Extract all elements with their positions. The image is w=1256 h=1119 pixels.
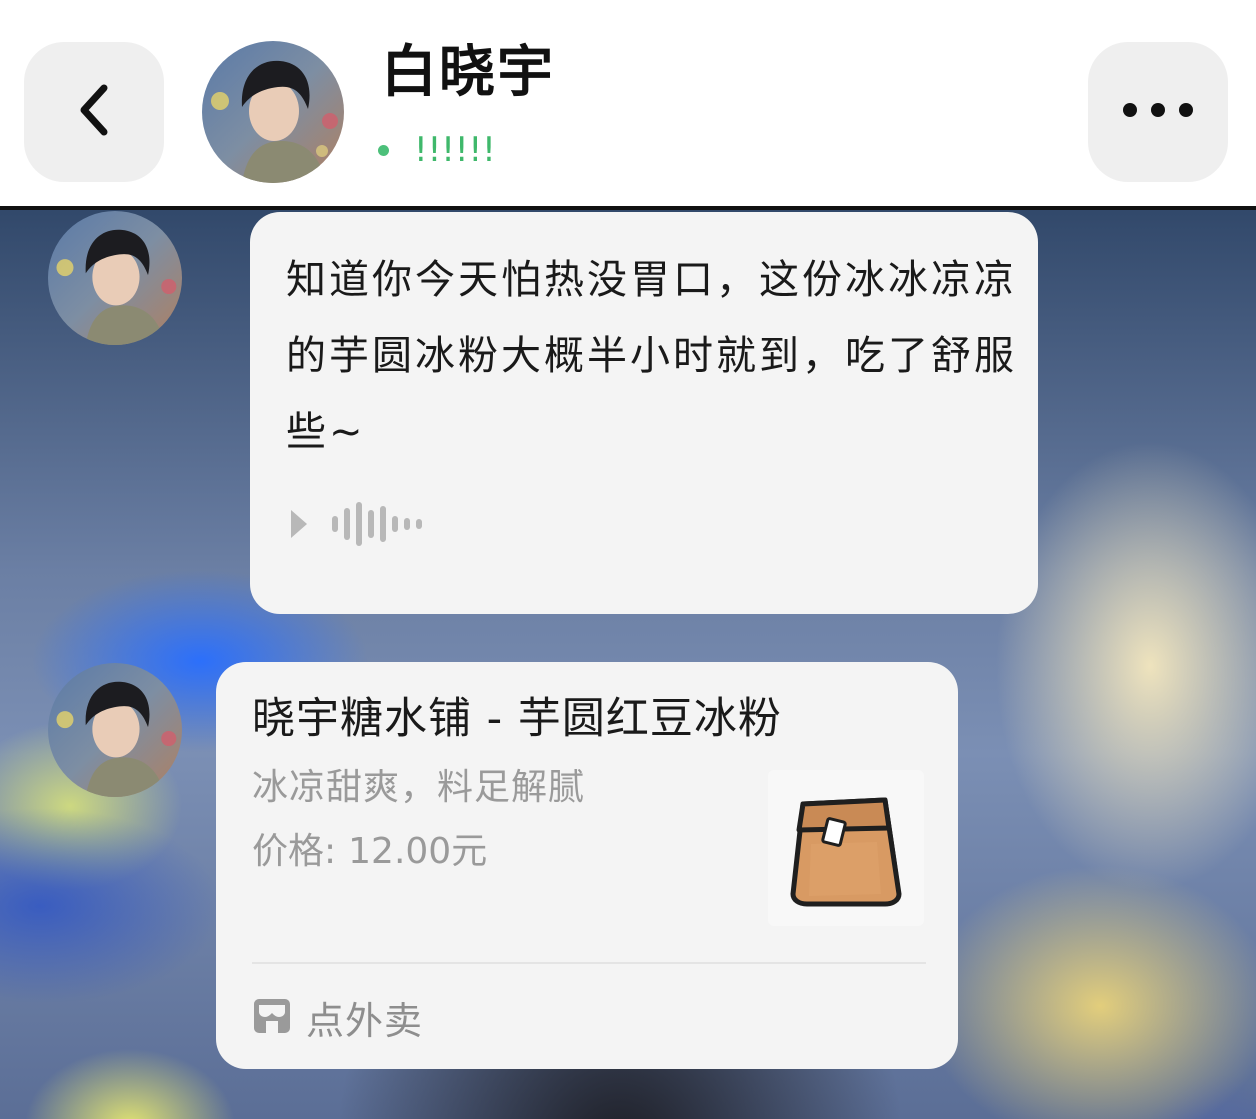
card-footer: 点外卖 xyxy=(252,986,423,1048)
header-divider xyxy=(0,206,1256,210)
price-value: 12.00元 xyxy=(348,831,488,872)
message-avatar[interactable] xyxy=(48,663,182,797)
paper-bag-icon xyxy=(781,784,911,912)
ellipsis-icon xyxy=(1122,100,1194,124)
card-title: 晓宇糖水铺 - 芋圆红豆冰粉 xyxy=(252,694,782,744)
voice-play-button[interactable] xyxy=(288,500,428,552)
message-avatar[interactable] xyxy=(48,211,182,345)
takeout-card[interactable]: 晓宇糖水铺 - 芋圆红豆冰粉 冰凉甜爽，料足解腻 价格: 12.00元 点外卖 xyxy=(216,662,958,1069)
card-price: 价格: 12.00元 xyxy=(252,824,487,880)
footer-label: 点外卖 xyxy=(306,998,424,1043)
text-message-bubble[interactable]: 知道你今天怕热没胃口，这份冰冰凉凉的芋圆冰粉大概半小时就到，吃了舒服些~ xyxy=(250,212,1038,614)
contact-avatar[interactable] xyxy=(202,41,344,183)
message-text: 知道你今天怕热没胃口，这份冰冰凉凉的芋圆冰粉大概半小时就到，吃了舒服些~ xyxy=(286,257,1017,455)
card-divider xyxy=(252,962,926,964)
product-thumbnail xyxy=(768,770,924,926)
status-text: !!!!!! xyxy=(414,130,496,170)
contact-name: 白晓宇 xyxy=(381,40,555,105)
online-status-dot xyxy=(378,144,389,156)
more-options-button[interactable] xyxy=(1088,42,1228,182)
contact-status: !!!!!! xyxy=(378,128,496,172)
chat-screen: 白晓宇 !!!!!! 知道你今天怕热没胃口，这份冰冰凉凉的芋圆冰粉大概半小时就到… xyxy=(0,0,1256,1119)
store-icon xyxy=(252,995,292,1039)
card-description: 冰凉甜爽，料足解腻 xyxy=(252,767,586,808)
chat-header: 白晓宇 !!!!!! xyxy=(0,0,1256,206)
price-label: 价格: xyxy=(252,831,337,872)
back-button[interactable] xyxy=(24,42,164,182)
chevron-left-icon xyxy=(74,82,114,142)
voice-play-icon xyxy=(288,498,428,554)
